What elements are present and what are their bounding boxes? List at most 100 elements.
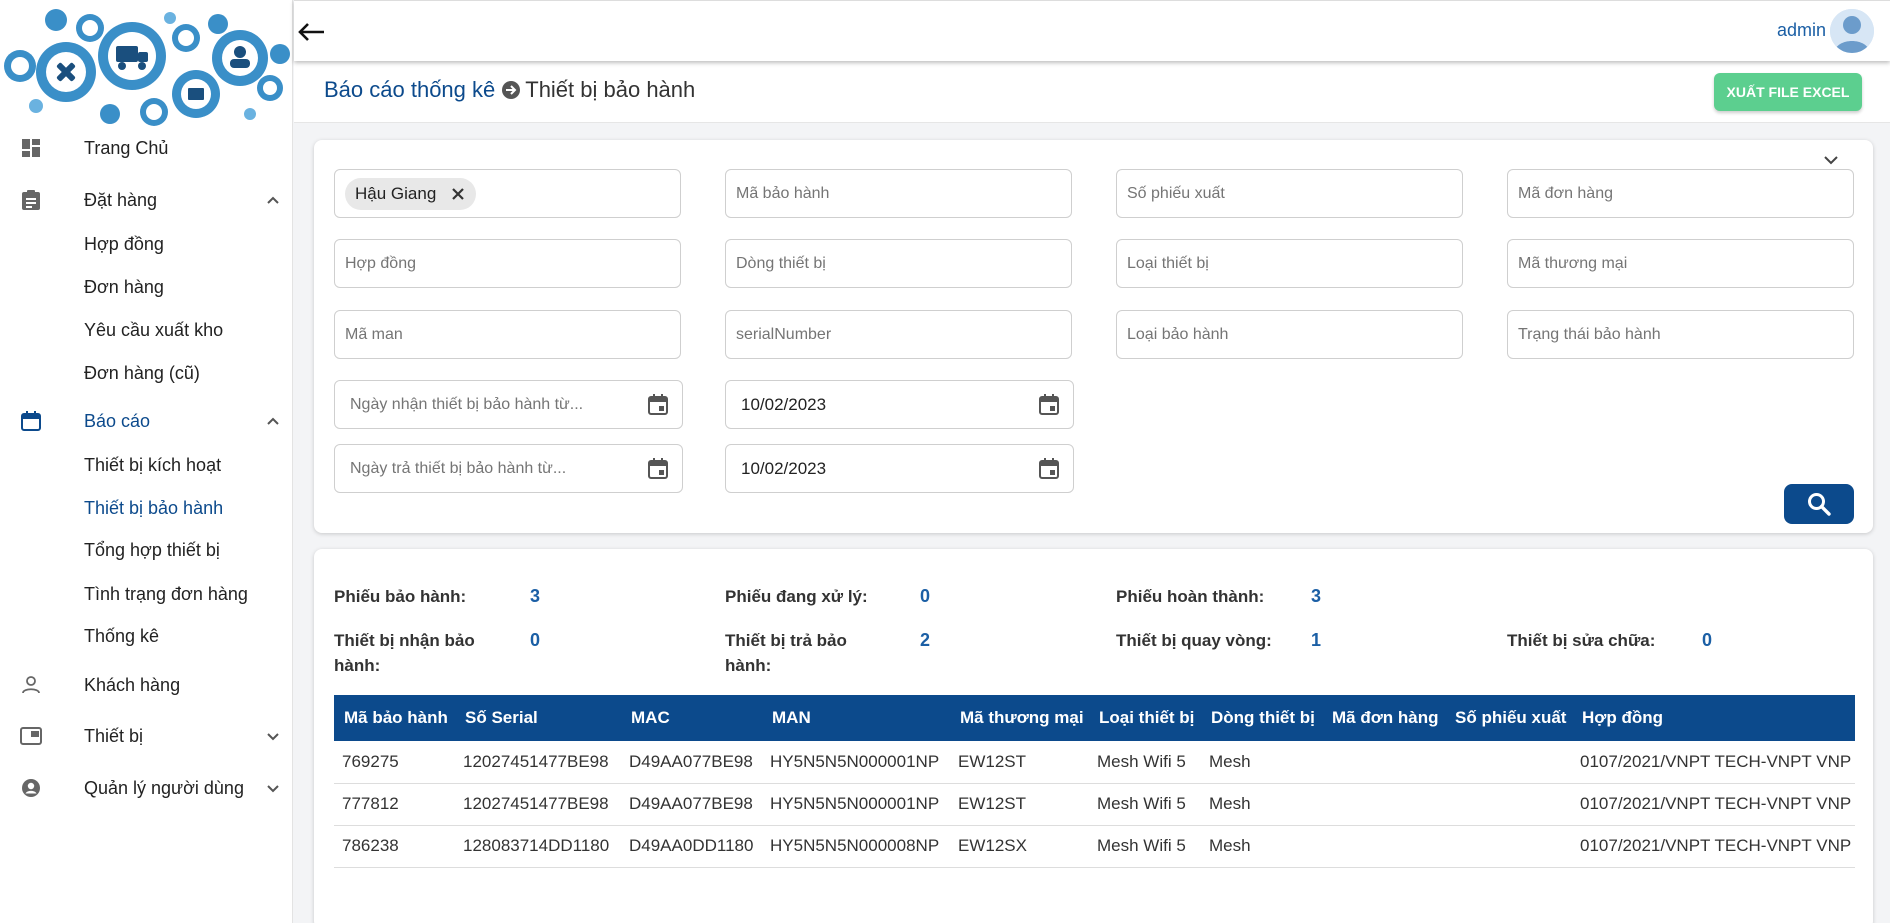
table-cell: D49AA0DD1180 (621, 825, 762, 868)
breadcrumb-parent-link[interactable]: Báo cáo thống kê (324, 77, 495, 103)
warranty-code-input[interactable] (736, 184, 1071, 203)
chevron-down-icon (267, 733, 279, 741)
calendar-icon[interactable] (646, 457, 670, 481)
table-cell: 0107/2021/VNPT TECH-VNPT VNP (1572, 825, 1855, 868)
sidebar-item-label: Trang Chủ (84, 137, 169, 158)
table-cell (1445, 825, 1572, 868)
column-header[interactable]: Hợp đồng (1572, 695, 1855, 741)
table-cell: 12027451477BE98 (455, 741, 621, 784)
sidebar-item-warranty-devices[interactable]: Thiết bị bảo hành (0, 490, 292, 526)
warranty-type-field[interactable] (1116, 310, 1463, 359)
chevron-up-icon (267, 417, 279, 425)
table-cell: Mesh Wifi 5 (1089, 783, 1201, 826)
column-header[interactable]: MAN (762, 695, 950, 741)
table-cell: Mesh (1201, 741, 1322, 784)
sidebar: Trang Chủ Đặt hàng Hợp đồng Đơn hàng Yêu… (0, 0, 293, 923)
table-cell (1322, 783, 1445, 826)
sidebar-item-customers[interactable]: Khách hàng (0, 665, 292, 705)
man-code-input[interactable] (345, 325, 680, 344)
column-header[interactable]: Mã thương mại (950, 695, 1089, 741)
sidebar-item-user-management[interactable]: Quản lý người dùng (0, 768, 292, 808)
stat-label-received-devices: Thiết bị nhận bảo hành: (334, 628, 475, 678)
sidebar-item-contracts[interactable]: Hợp đồng (0, 226, 292, 262)
contract-field[interactable] (334, 239, 681, 288)
table-cell: HY5N5N5N000008NP (762, 825, 950, 868)
return-date-to-field[interactable]: 10/02/2023 (725, 444, 1074, 493)
back-arrow-icon[interactable] (294, 15, 328, 49)
warranty-status-input[interactable] (1518, 325, 1853, 344)
column-header[interactable]: Dòng thiết bị (1201, 695, 1322, 741)
sidebar-item-export-request[interactable]: Yêu cầu xuất kho (0, 312, 292, 348)
close-icon[interactable] (448, 184, 468, 204)
serial-number-field[interactable] (725, 310, 1072, 359)
device-type-field[interactable] (1116, 239, 1463, 288)
dashboard-icon (20, 137, 42, 159)
table-cell: 0107/2021/VNPT TECH-VNPT VNP (1572, 783, 1855, 826)
calendar-icon[interactable] (646, 393, 670, 417)
sidebar-item-orders[interactable]: Đặt hàng (0, 180, 292, 220)
sidebar-item-devices[interactable]: Thiết bị (0, 716, 292, 756)
sidebar-item-activated-devices[interactable]: Thiết bị kích hoạt (0, 447, 292, 483)
user-avatar[interactable] (1830, 9, 1874, 53)
column-header[interactable]: Loại thiết bị (1089, 695, 1201, 741)
account-circle-icon (20, 777, 42, 799)
sidebar-item-label: Tổng hợp thiết bị (84, 539, 220, 560)
table-cell (1322, 741, 1445, 784)
contract-input[interactable] (345, 254, 680, 273)
sidebar-item-statistics[interactable]: Thống kê (0, 618, 292, 654)
commercial-code-field[interactable] (1507, 239, 1854, 288)
column-header[interactable]: Số phiếu xuất (1445, 695, 1572, 741)
order-code-field[interactable] (1507, 169, 1854, 218)
received-date-to-field[interactable]: 10/02/2023 (725, 380, 1074, 429)
chevron-down-icon (267, 785, 279, 793)
man-code-field[interactable] (334, 310, 681, 359)
table-cell: 128083714DD1180 (455, 825, 621, 868)
column-header[interactable]: Mã đơn hàng (1322, 695, 1445, 741)
table-cell (1445, 741, 1572, 784)
sidebar-item-device-summary[interactable]: Tổng hợp thiết bị (0, 532, 292, 568)
province-select[interactable]: Hậu Giang (334, 169, 681, 218)
export-slip-input[interactable] (1127, 184, 1462, 203)
sidebar-item-label: Quản lý người dùng (84, 777, 244, 798)
calendar-icon[interactable] (1037, 457, 1061, 481)
table-header-row: Mã bảo hành Số Serial MAC MAN Mã thương … (334, 695, 1855, 741)
export-excel-button[interactable]: XUẤT FILE EXCEL (1714, 73, 1862, 111)
table-cell: D49AA077BE98 (621, 783, 762, 826)
commercial-code-input[interactable] (1518, 254, 1853, 273)
received-date-from-placeholder: Ngày nhận thiết bị bảo hành từ... (350, 395, 584, 413)
user-name[interactable]: admin (1777, 20, 1826, 41)
stat-value-returned-devices: 2 (920, 630, 931, 650)
sidebar-item-order-status[interactable]: Tình trạng đơn hàng (0, 576, 292, 612)
warranty-type-input[interactable] (1127, 325, 1462, 344)
export-slip-field[interactable] (1116, 169, 1463, 218)
sidebar-item-label: Thiết bị bảo hành (84, 497, 224, 518)
search-button[interactable] (1784, 484, 1854, 524)
device-line-input[interactable] (736, 254, 1071, 273)
return-date-from-field[interactable]: Ngày trả thiết bị bảo hành từ... (334, 444, 683, 493)
sidebar-item-order-list[interactable]: Đơn hàng (0, 269, 292, 305)
serial-number-input[interactable] (736, 325, 1071, 344)
column-header[interactable]: MAC (621, 695, 762, 741)
sidebar-item-old-orders[interactable]: Đơn hàng (cũ) (0, 355, 292, 391)
order-code-input[interactable] (1518, 184, 1853, 203)
table-cell: 12027451477BE98 (455, 783, 621, 826)
warranty-code-field[interactable] (725, 169, 1072, 218)
sidebar-item-label: Tình trạng đơn hàng (84, 583, 248, 604)
calendar-icon[interactable] (1037, 393, 1061, 417)
device-type-input[interactable] (1127, 254, 1462, 273)
table-row[interactable]: 786238 128083714DD1180 D49AA0DD1180 HY5N… (334, 825, 1855, 868)
column-header[interactable]: Số Serial (455, 695, 621, 741)
sidebar-item-home[interactable]: Trang Chủ (0, 128, 292, 168)
chevron-up-icon (267, 196, 279, 204)
table-cell (1445, 783, 1572, 826)
table-cell: Mesh Wifi 5 (1089, 741, 1201, 784)
device-line-field[interactable] (725, 239, 1072, 288)
sidebar-item-reports[interactable]: Báo cáo (0, 401, 292, 441)
column-header[interactable]: Mã bảo hành (334, 695, 455, 741)
warranty-status-field[interactable] (1507, 310, 1854, 359)
table-cell: D49AA077BE98 (621, 741, 762, 784)
received-date-from-field[interactable]: Ngày nhận thiết bị bảo hành từ... (334, 380, 683, 429)
sidebar-item-label: Thiết bị (84, 725, 144, 746)
table-row[interactable]: 769275 12027451477BE98 D49AA077BE98 HY5N… (334, 741, 1855, 784)
table-row[interactable]: 777812 12027451477BE98 D49AA077BE98 HY5N… (334, 783, 1855, 826)
